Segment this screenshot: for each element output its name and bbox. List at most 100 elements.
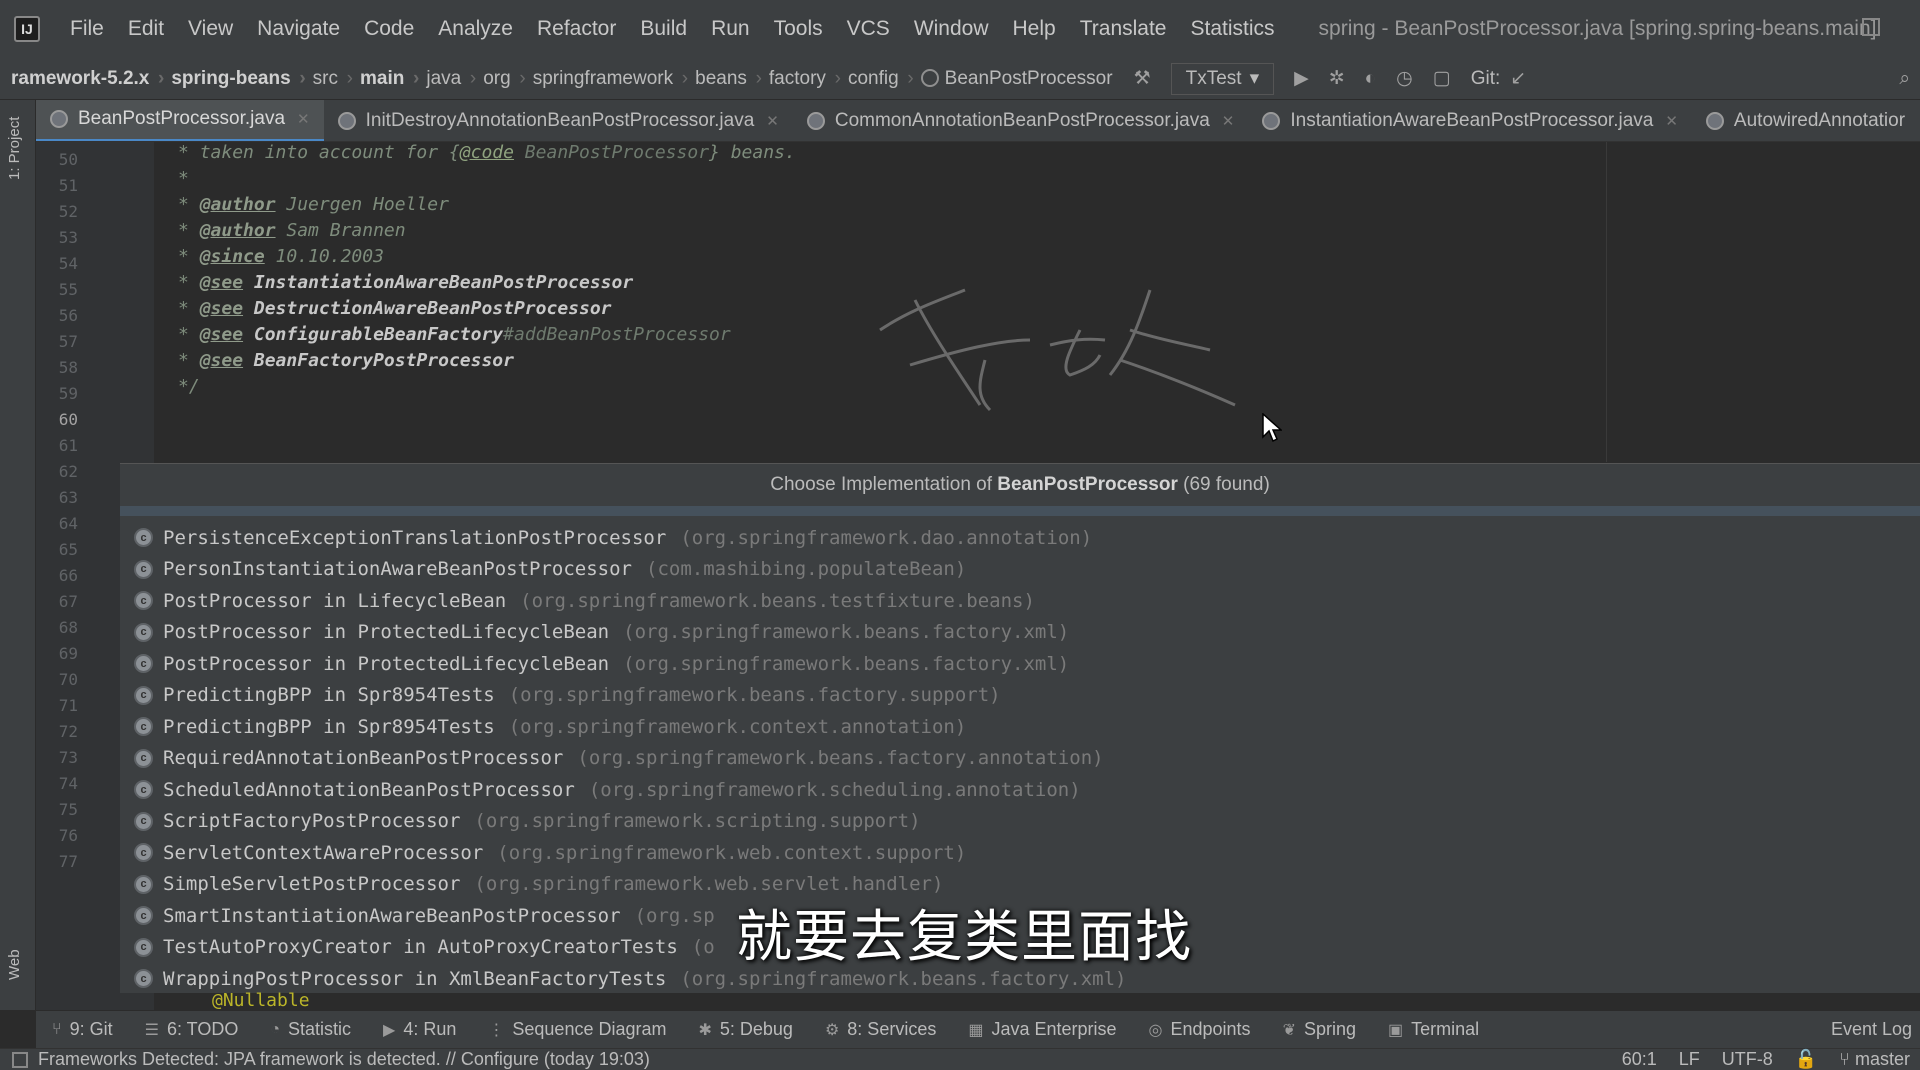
tool-window-button[interactable]: ☰ 6: TODO	[129, 1019, 255, 1040]
stop-icon[interactable]: ▢	[1423, 67, 1461, 90]
implementation-item[interactable]: c PostProcessor in ProtectedLifecycleBean…	[120, 617, 1920, 649]
crumb-config[interactable]: config	[837, 68, 913, 90]
crumb-class[interactable]: BeanPostProcessor	[910, 68, 1124, 90]
class-icon: c	[134, 969, 153, 989]
run-config-selector[interactable]: TxTest ▾	[1170, 62, 1275, 95]
line-number: 50	[58, 150, 78, 169]
implementation-item[interactable]: c PredictingBPP in Spr8954Tests (org.sprin…	[120, 680, 1920, 712]
crumb-project[interactable]: ramework-5.2.x	[0, 68, 165, 90]
tab-instantiationaware[interactable]: InstantiationAwareBeanPostProcessor.java…	[1248, 100, 1692, 141]
event-log-button[interactable]: Event Log	[1831, 1019, 1920, 1040]
crumb-main[interactable]: main	[349, 68, 420, 90]
coverage-icon[interactable]: ◐	[1355, 68, 1386, 90]
close-icon[interactable]: ✕	[297, 110, 310, 128]
doc-tag: @see	[199, 350, 244, 371]
menu-vcs[interactable]: VCS	[835, 17, 902, 41]
doc-link[interactable]: InstantiationAwareBeanPostProcessor	[243, 272, 633, 293]
tab-autowired[interactable]: AutowiredAnnotatior	[1692, 100, 1919, 141]
menu-code[interactable]: Code	[352, 17, 426, 41]
close-icon[interactable]: ✕	[766, 112, 779, 130]
debug-icon[interactable]: ✲	[1319, 67, 1355, 90]
implementation-package: (org.springframework.scheduling.annotati…	[588, 778, 1081, 801]
menu-view[interactable]: View	[176, 17, 245, 41]
line-number: 70	[58, 670, 78, 689]
implementation-item[interactable]: c PostProcessor in LifecycleBean (org.spri…	[120, 585, 1920, 617]
line-separator[interactable]: LF	[1679, 1049, 1700, 1070]
toggle-tool-windows-icon[interactable]	[12, 1051, 28, 1068]
implementation-item[interactable]: c PersonInstantiationAwareBeanPostProcess…	[120, 554, 1920, 586]
implementation-item[interactable]: c PersistenceExceptionTranslationPostProc…	[120, 522, 1920, 554]
menu-tools[interactable]: Tools	[762, 17, 835, 41]
crumb-factory[interactable]: factory	[758, 68, 841, 90]
menu-window[interactable]: Window	[902, 17, 1001, 41]
tool-window-button[interactable]: ▣ Terminal	[1372, 1019, 1495, 1040]
menu-help[interactable]: Help	[1001, 17, 1068, 41]
doc-link[interactable]: BeanFactoryPostProcessor	[243, 350, 514, 371]
implementation-name: ServletContextAwareProcessor	[163, 841, 484, 864]
search-icon[interactable]: ⌕	[1889, 68, 1920, 90]
intellij-logo-icon[interactable]: IJ	[14, 16, 40, 42]
selected-item-highlight	[120, 506, 1920, 516]
web-tool-button[interactable]: Web	[6, 949, 23, 980]
implementation-package: (org.springframework.beans.factory.suppo…	[508, 684, 1001, 707]
file-encoding[interactable]: UTF-8	[1722, 1049, 1773, 1070]
menu-refactor[interactable]: Refactor	[525, 17, 628, 41]
doc-tag: @see	[199, 298, 244, 319]
close-icon[interactable]: ✕	[1665, 112, 1678, 130]
menu-run[interactable]: Run	[699, 17, 762, 41]
menu-statistics[interactable]: Statistics	[1178, 17, 1286, 41]
tab-initdestroy[interactable]: InitDestroyAnnotationBeanPostProcessor.j…	[324, 100, 793, 141]
menu-translate[interactable]: Translate	[1068, 17, 1179, 41]
run-icon[interactable]: ▶	[1284, 67, 1319, 90]
tool-window-button[interactable]: ⑂ 9: Git	[36, 1019, 129, 1040]
tool-window-button[interactable]: ◎ Endpoints	[1133, 1019, 1267, 1040]
implementation-item[interactable]: c RequiredAnnotationBeanPostProcessor (org…	[120, 743, 1920, 775]
class-icon: c	[134, 528, 153, 548]
maximize-window-icon[interactable]	[1862, 18, 1880, 36]
profile-icon[interactable]: ◷	[1386, 67, 1423, 90]
menu-edit[interactable]: Edit	[116, 17, 176, 41]
tool-window-button[interactable]: ⋮ Sequence Diagram	[472, 1019, 682, 1040]
tab-beanpostprocessor[interactable]: BeanPostProcessor.java ✕	[36, 100, 324, 141]
crumb-beans[interactable]: beans	[684, 68, 762, 90]
git-branch[interactable]: ⑂ master	[1839, 1049, 1910, 1070]
crumb-org[interactable]: org	[472, 68, 526, 90]
crumb-module[interactable]: spring-beans	[160, 68, 306, 90]
git-update-icon[interactable]: ↙	[1500, 67, 1536, 90]
tool-window-button[interactable]: ⚙ 8: Services	[809, 1019, 952, 1040]
doc-link[interactable]: ConfigurableBeanFactory	[243, 324, 503, 345]
doc-link-member[interactable]: #addBeanPostProcessor	[503, 324, 731, 345]
tab-commonannotation[interactable]: CommonAnnotationBeanPostProcessor.java ✕	[793, 100, 1249, 141]
build-hammer-icon[interactable]: ⚒	[1124, 67, 1161, 90]
menu-navigate[interactable]: Navigate	[245, 17, 352, 41]
tool-window-button[interactable]: ◔ Statistic	[254, 1019, 367, 1040]
implementation-item[interactable]: c ScriptFactoryPostProcessor (org.springfr…	[120, 806, 1920, 838]
code-line: * @author Juergen Hoeller	[178, 194, 449, 215]
tool-window-button[interactable]: ▶ 4: Run	[367, 1019, 472, 1040]
tool-window-button[interactable]: ▦ Java Enterprise	[952, 1019, 1132, 1040]
status-message[interactable]: Frameworks Detected: JPA framework is de…	[38, 1049, 650, 1070]
chevron-down-icon: ▾	[1249, 68, 1260, 89]
tool-window-label: Sequence Diagram	[512, 1019, 667, 1039]
project-tool-button[interactable]: 1: Project	[6, 117, 23, 180]
implementation-item[interactable]: c PredictingBPP in Spr8954Tests (org.sprin…	[120, 711, 1920, 743]
crumb-springframework[interactable]: springframework	[522, 68, 689, 90]
tool-window-label: 6: TODO	[166, 1019, 239, 1039]
lock-icon[interactable]: 🔓	[1795, 1049, 1817, 1070]
menu-analyze[interactable]: Analyze	[426, 17, 525, 41]
tool-window-button[interactable]: ❦ Spring	[1267, 1019, 1372, 1040]
tool-window-icon: ⚙	[824, 1021, 840, 1039]
implementation-item[interactable]: c ServletContextAwareProcessor (org.spring…	[120, 837, 1920, 869]
doc-link[interactable]: DestructionAwareBeanPostProcessor	[243, 298, 612, 319]
implementation-item[interactable]: c PostProcessor in ProtectedLifecycleBean…	[120, 648, 1920, 680]
close-icon[interactable]: ✕	[1222, 112, 1235, 130]
menu-file[interactable]: File	[58, 17, 116, 41]
menu-build[interactable]: Build	[628, 17, 699, 41]
tool-window-button[interactable]: ✱ 5: Debug	[682, 1019, 808, 1040]
crumb-java[interactable]: java	[415, 68, 476, 90]
implementation-item[interactable]: c ScheduledAnnotationBeanPostProcessor (or…	[120, 774, 1920, 806]
implementation-name: TestAutoProxyCreator in AutoProxyCreator…	[163, 936, 678, 959]
implementation-name: PostProcessor in ProtectedLifecycleBean	[163, 621, 610, 644]
crumb-src[interactable]: src	[302, 68, 354, 90]
caret-position[interactable]: 60:1	[1622, 1049, 1657, 1070]
